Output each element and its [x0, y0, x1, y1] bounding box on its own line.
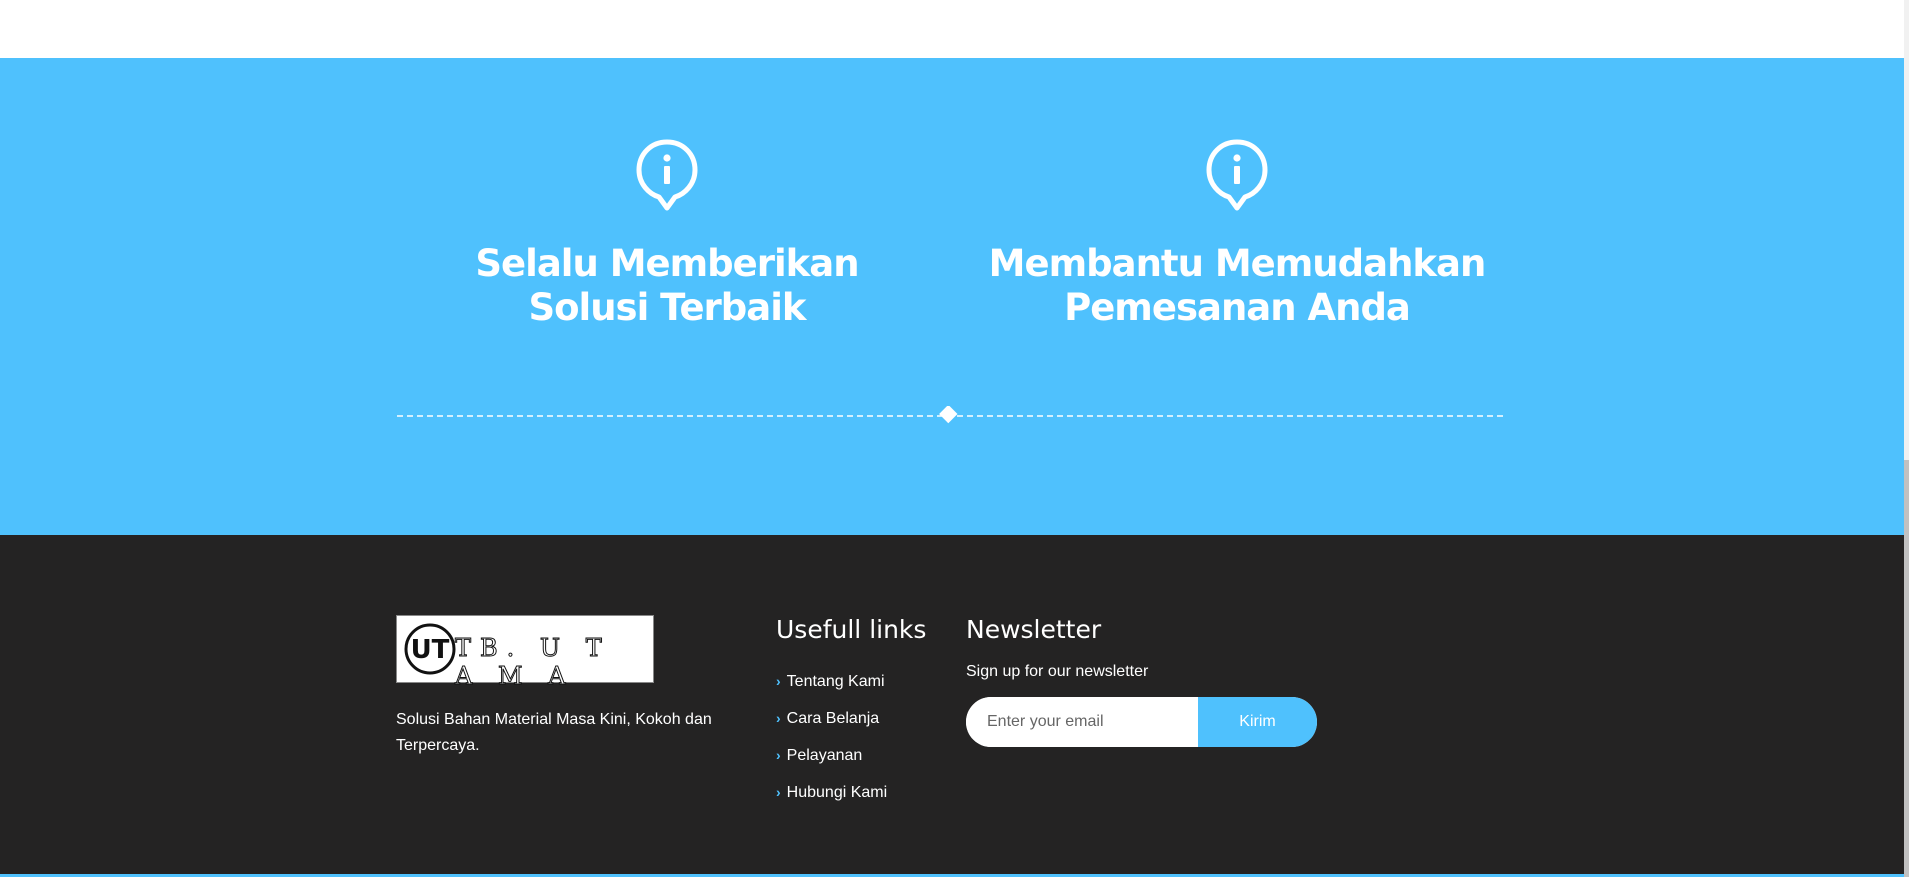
- feature-title: Membantu Memudahkan Pemesanan Anda: [988, 242, 1487, 329]
- footer-logo[interactable]: UT TB. U T A M A: [396, 615, 654, 691]
- features-section: Selalu Memberikan Solusi Terbaik Membant…: [0, 58, 1904, 535]
- logo-text: TB. U T A M A: [455, 634, 611, 691]
- dashed-divider: [397, 406, 1507, 424]
- chevron-right-icon: ›: [776, 747, 781, 763]
- useful-links-heading: Usefull links: [776, 615, 927, 644]
- info-pin-icon: [1206, 139, 1268, 211]
- feature-item: Selalu Memberikan Solusi Terbaik: [407, 138, 927, 330]
- newsletter-form: Kirim: [966, 697, 1317, 747]
- scrollbar-thumb[interactable]: [1904, 460, 1909, 877]
- useful-links-list: › Tentang Kami › Cara Belanja › Pelayanan ›…: [776, 663, 887, 811]
- footer-link-cara-belanja[interactable]: › Cara Belanja: [776, 700, 887, 737]
- page-top-area: [0, 0, 1904, 58]
- info-pin-icon: [636, 139, 698, 211]
- footer-link-hubungi-kami[interactable]: › Hubungi Kami: [776, 774, 887, 811]
- chevron-right-icon: ›: [776, 784, 781, 800]
- page-scrollbar[interactable]: [1904, 0, 1909, 877]
- feature-title: Selalu Memberikan Solusi Terbaik: [475, 242, 859, 329]
- site-footer: UT TB. U T A M A Solusi Bahan Material M…: [0, 535, 1904, 877]
- chevron-right-icon: ›: [776, 710, 781, 726]
- newsletter-heading: Newsletter: [966, 615, 1102, 644]
- newsletter-description: Sign up for our newsletter: [966, 663, 1149, 680]
- newsletter-email-input[interactable]: [966, 697, 1198, 747]
- chevron-right-icon: ›: [776, 673, 781, 689]
- footer-link-pelayanan[interactable]: › Pelayanan: [776, 737, 887, 774]
- feature-item: Membantu Memudahkan Pemesanan Anda: [977, 138, 1497, 330]
- logo-monogram-icon: UT: [404, 623, 456, 675]
- footer-link-tentang-kami[interactable]: › Tentang Kami: [776, 663, 887, 700]
- footer-tagline: Solusi Bahan Material Masa Kini, Kokoh d…: [396, 711, 712, 754]
- svg-text:UT: UT: [411, 635, 450, 665]
- newsletter-submit-button[interactable]: Kirim: [1198, 697, 1317, 747]
